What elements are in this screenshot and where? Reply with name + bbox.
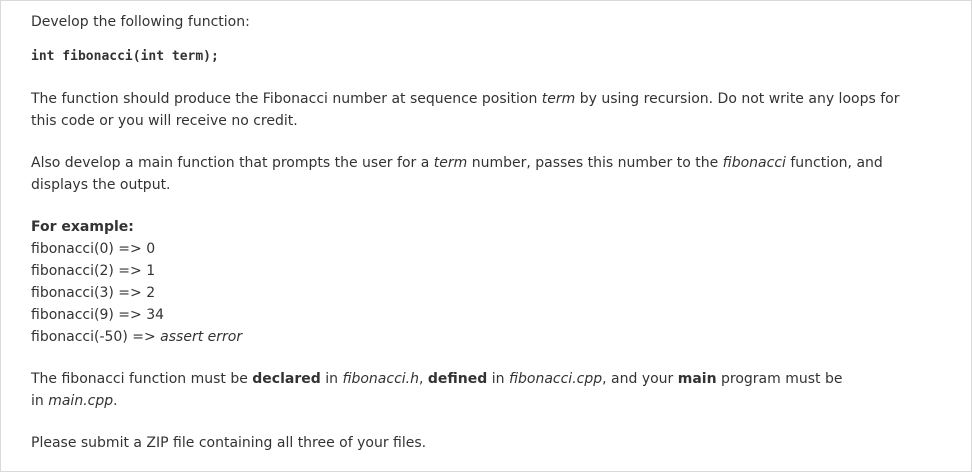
paragraph-main-function: Also develop a main function that prompt…: [31, 152, 941, 196]
submit-instruction: Please submit a ZIP file containing all …: [31, 435, 427, 451]
assignment-body: Develop the following function: int fibo…: [1, 1, 971, 454]
function-signature: int fibonacci(int term);: [31, 45, 941, 68]
file-source-name: fibonacci.cpp: [508, 371, 603, 387]
term-italic: term: [433, 155, 468, 171]
example-item: fibonacci(0) => 0: [31, 238, 941, 260]
paragraph-recursion: The function should produce the Fibonacc…: [31, 88, 941, 132]
text-run: by using recursion. Do not write any loo…: [575, 91, 900, 107]
text-run: in: [487, 371, 509, 387]
paragraph-files: The fibonacci function must be declared …: [31, 368, 941, 412]
example-section: For example: fibonacci(0) => 0 fibonacci…: [31, 216, 941, 348]
assert-error-italic: assert error: [160, 329, 243, 345]
file-header-name: fibonacci.h: [342, 371, 419, 387]
text-run: program must be: [716, 371, 843, 387]
text-run: in: [31, 393, 49, 409]
text-run: function, and: [785, 155, 883, 171]
paragraph-main-line-2: displays the output.: [31, 177, 171, 193]
example-heading: For example:: [31, 219, 134, 235]
example-item: fibonacci(-50) => assert error: [31, 326, 941, 348]
term-italic: term: [541, 91, 576, 107]
main-bold: main: [677, 371, 717, 387]
example-item: fibonacci(3) => 2: [31, 282, 941, 304]
text-run: The function should produce the Fibonacc…: [31, 91, 542, 107]
text-run: ,: [419, 371, 428, 387]
fibonacci-italic: fibonacci: [722, 155, 786, 171]
text-run: .: [113, 393, 118, 409]
defined-bold: defined: [427, 371, 488, 387]
file-main-name: main.cpp: [48, 393, 114, 409]
text-run: , and your: [602, 371, 678, 387]
paragraph-recursion-line-2: this code or you will receive no credit.: [31, 113, 298, 129]
example-call: fibonacci(3) => 2: [31, 285, 156, 301]
paragraph-files-line-2: in main.cpp.: [31, 390, 941, 412]
example-call: fibonacci(0) => 0: [31, 241, 156, 257]
declared-bold: declared: [252, 371, 321, 387]
paragraph-files-line-1: The fibonacci function must be declared …: [31, 368, 941, 390]
text-run: The fibonacci function must be: [31, 371, 253, 387]
example-call: fibonacci(2) => 1: [31, 263, 156, 279]
example-call: fibonacci(-50) =>: [31, 329, 161, 345]
signature-code: int fibonacci(int term);: [31, 49, 219, 64]
example-item: fibonacci(9) => 34: [31, 304, 941, 326]
intro-text: Develop the following function:: [31, 14, 250, 30]
paragraph-recursion-line-1: The function should produce the Fibonacc…: [31, 88, 941, 110]
text-run: Also develop a main function that prompt…: [31, 155, 434, 171]
paragraph-main-line-1: Also develop a main function that prompt…: [31, 152, 941, 174]
text-run: number, passes this number to the: [467, 155, 723, 171]
text-run: in: [320, 371, 343, 387]
example-item: fibonacci(2) => 1: [31, 260, 941, 282]
example-call: fibonacci(9) => 34: [31, 307, 165, 323]
